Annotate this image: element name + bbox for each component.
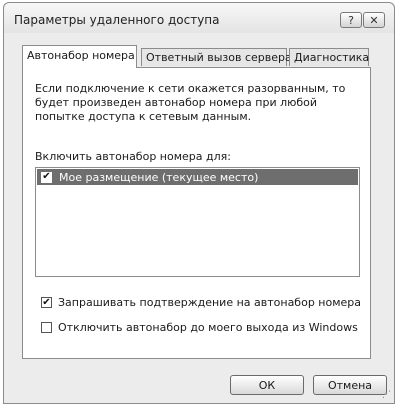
tab-diagnostics[interactable]: Диагностика (289, 48, 369, 66)
ok-button[interactable]: ОК (230, 375, 304, 395)
confirm-autodial-checkbox[interactable]: ✔ (41, 297, 52, 308)
disable-autodial-label: Отключить автонабор до моего выхода из W… (58, 321, 358, 334)
disable-autodial-checkbox[interactable] (41, 322, 52, 333)
include-autodial-label: Включить автонабор номера для: (35, 150, 231, 163)
list-item[interactable]: ✔ Мое размещение (текущее место) (37, 169, 358, 185)
resize-grip-icon[interactable]: ⋰ (382, 391, 391, 400)
close-button[interactable]: ✕ (363, 12, 385, 28)
title-bar[interactable]: Параметры удаленного доступа ? ✕ (4, 3, 394, 33)
disable-autodial-option[interactable]: Отключить автонабор до моего выхода из W… (41, 321, 358, 334)
location-label: Мое размещение (текущее место) (59, 170, 259, 184)
help-icon: ? (348, 13, 354, 27)
tab-server-callback[interactable]: Ответный вызов сервера (141, 48, 292, 66)
remote-access-dialog: Параметры удаленного доступа ? ✕ Автонаб… (3, 2, 395, 404)
check-icon: ✔ (42, 296, 51, 308)
help-button[interactable]: ? (340, 12, 362, 28)
window-title: Параметры удаленного доступа (14, 13, 220, 27)
confirm-autodial-label: Запрашивать подтверждение на автонабор н… (58, 296, 362, 309)
autodial-description: Если подключение к сети окажется разорва… (35, 82, 346, 123)
close-icon: ✕ (369, 13, 379, 27)
cancel-button[interactable]: Отмена (313, 375, 387, 395)
locations-list[interactable]: ✔ Мое размещение (текущее место) (35, 167, 360, 277)
confirm-autodial-option[interactable]: ✔ Запрашивать подтверждение на автонабор… (41, 296, 361, 309)
tab-autodial[interactable]: Автонабор номера (22, 45, 137, 68)
location-checkbox[interactable]: ✔ (41, 171, 52, 183)
tab-panel-autodial: Если подключение к сети окажется разорва… (22, 67, 371, 359)
check-icon: ✔ (42, 171, 51, 182)
